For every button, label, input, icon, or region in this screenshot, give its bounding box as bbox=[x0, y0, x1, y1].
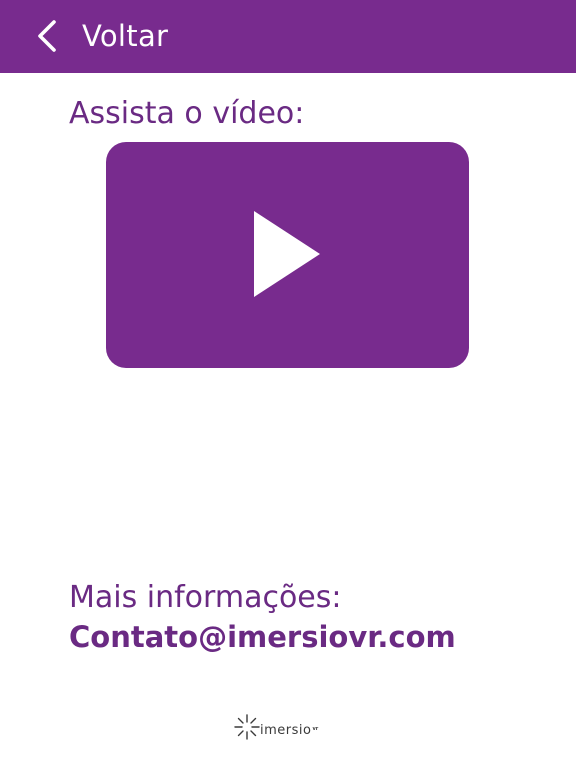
logo-wordmark: imersio bbox=[260, 722, 312, 738]
chevron-left-icon bbox=[36, 19, 58, 53]
play-icon bbox=[252, 209, 322, 299]
imersio-logo: imersio vr bbox=[232, 712, 318, 742]
app-header: Voltar bbox=[0, 0, 576, 73]
back-button-label: Voltar bbox=[82, 19, 169, 53]
starburst-logo-icon bbox=[232, 712, 262, 742]
back-button[interactable]: Voltar bbox=[36, 14, 168, 58]
contact-email-link[interactable]: Contato@imersiovr.com bbox=[69, 617, 456, 657]
video-section-title: Assista o vídeo: bbox=[69, 96, 305, 131]
info-section-title: Mais informações: bbox=[69, 580, 342, 615]
video-player[interactable] bbox=[106, 142, 469, 368]
logo-superscript: vr bbox=[312, 726, 319, 732]
